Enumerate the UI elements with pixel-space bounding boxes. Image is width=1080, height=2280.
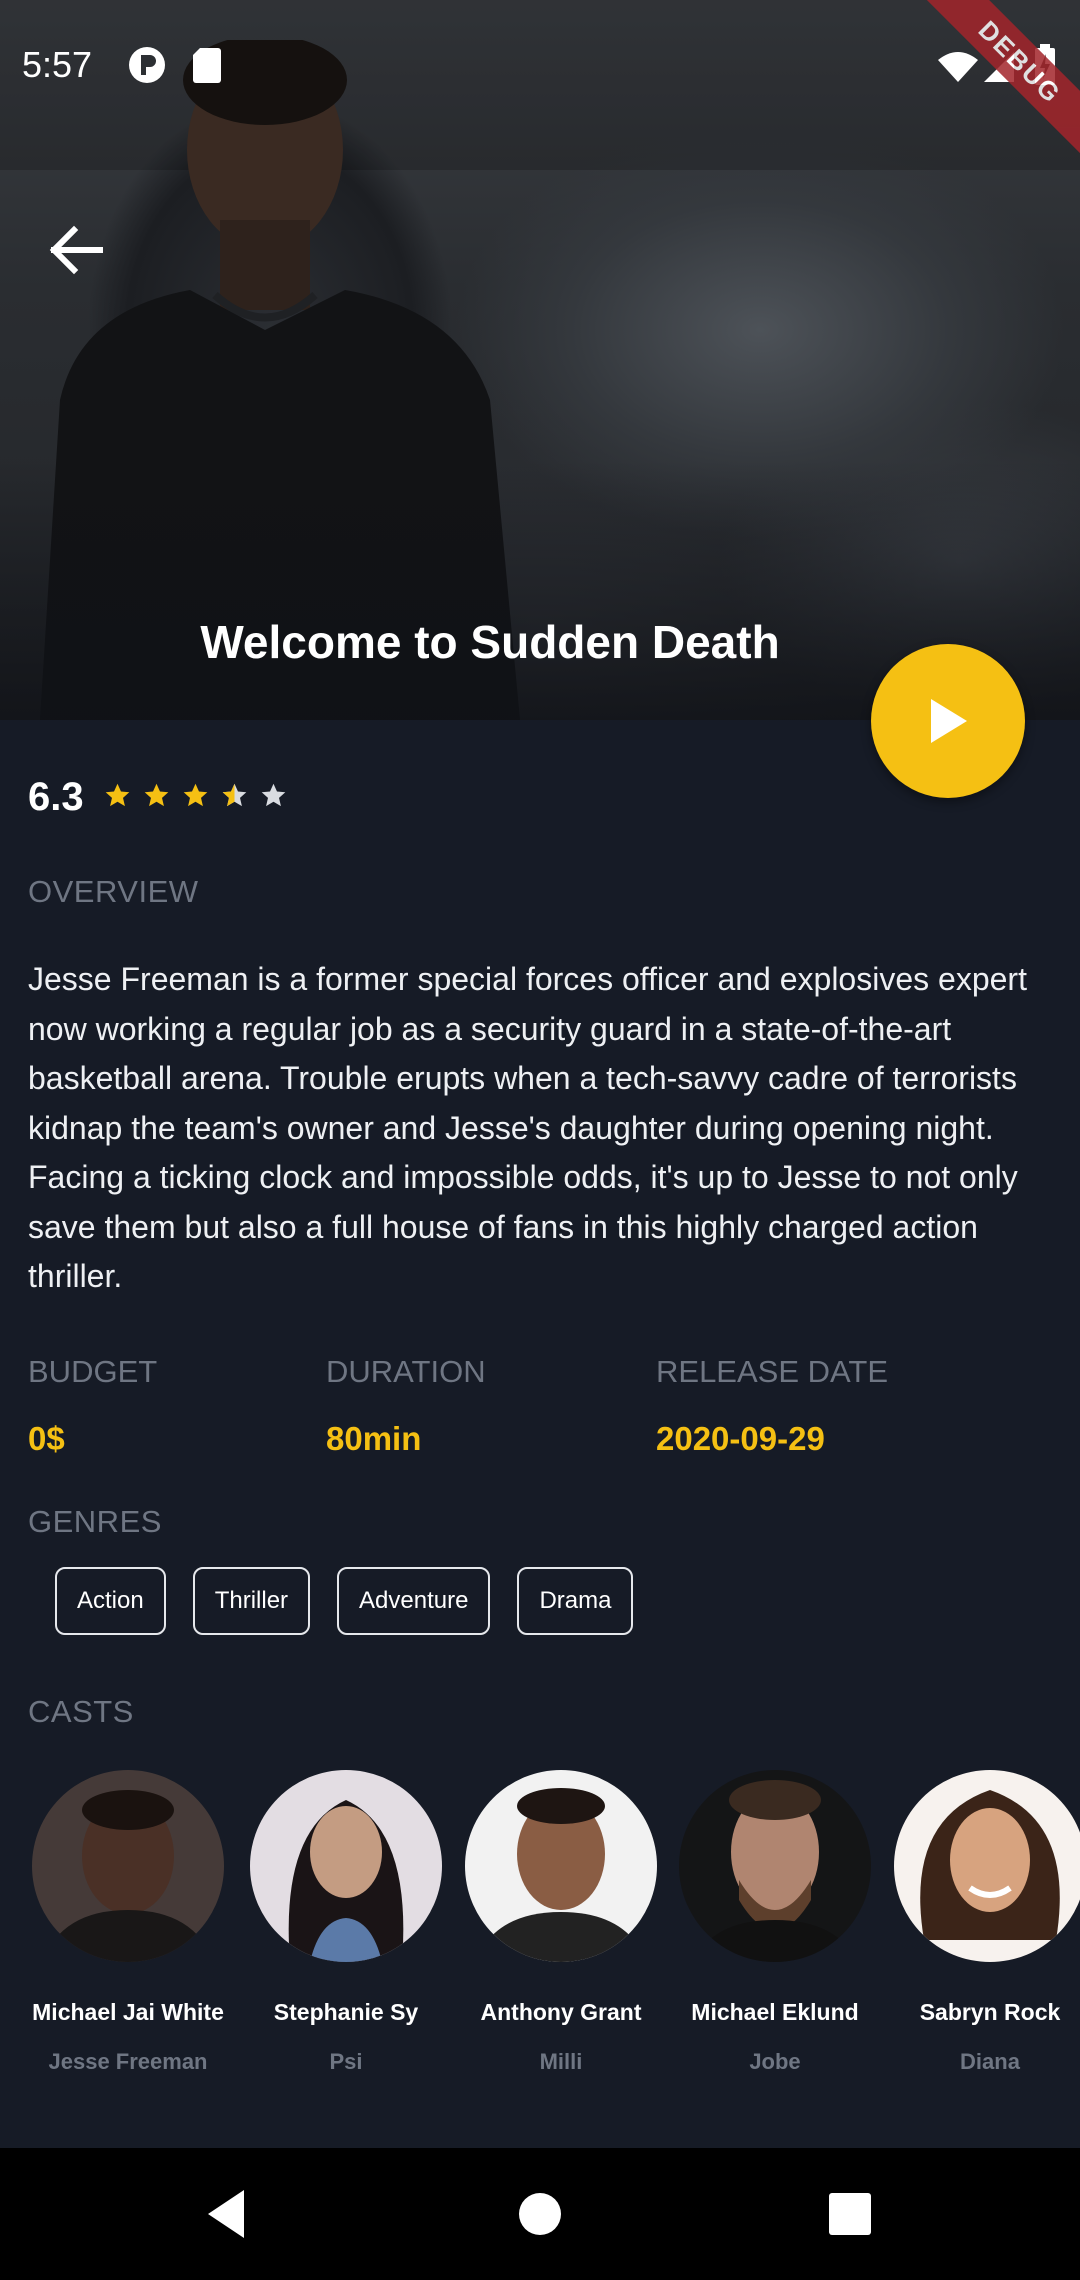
star-full-icon — [144, 783, 169, 807]
hero-backdrop: Welcome to Sudden Death — [0, 0, 1080, 720]
play-trailer-button[interactable] — [871, 644, 1025, 798]
cast-name: Sabryn Rock — [919, 1999, 1061, 2025]
notification-app-icon — [129, 47, 165, 83]
cast-role: Jesse Freeman — [48, 2049, 208, 2074]
nav-back-icon[interactable] — [196, 2184, 256, 2244]
cast-item[interactable]: Michael Eklund Jobe — [668, 1770, 882, 2075]
duration-value: 80min — [326, 1420, 422, 1457]
genre-chip-drama[interactable]: Drama — [517, 1567, 634, 1635]
star-full-icon — [183, 783, 208, 807]
cast-photo — [250, 1770, 442, 1962]
cast-photo — [679, 1770, 871, 1962]
cast-role: Diana — [960, 2049, 1020, 2074]
cast-photo — [894, 1770, 1080, 1962]
nav-recents-icon[interactable] — [820, 2184, 880, 2244]
budget-value: 0$ — [28, 1420, 65, 1457]
star-half-icon — [222, 783, 247, 807]
cast-role: Milli — [539, 2049, 583, 2074]
star-full-icon — [105, 783, 130, 807]
cast-role: Psi — [329, 2049, 363, 2074]
genre-chip-adventure[interactable]: Adventure — [337, 1567, 491, 1635]
wifi-icon — [938, 52, 978, 82]
cast-name: Michael Eklund — [691, 1999, 859, 2025]
cast-name: Michael Jai White — [32, 1999, 224, 2025]
cast-item[interactable]: Stephanie Sy Psi — [239, 1770, 453, 2075]
status-time: 5:57 — [22, 44, 93, 85]
duration-label: DURATION — [326, 1354, 486, 1389]
overview-label: OVERVIEW — [28, 874, 199, 909]
system-navigation-bar — [0, 2148, 1080, 2280]
cast-name: Stephanie Sy — [273, 1999, 419, 2025]
cast-photo — [32, 1770, 224, 1962]
play-icon — [931, 699, 967, 743]
release-date-value: 2020-09-29 — [656, 1420, 825, 1457]
star-empty-icon — [261, 783, 286, 807]
casts-label: CASTS — [28, 1694, 134, 1729]
rating-stars — [104, 782, 287, 809]
movie-detail-screen: Welcome to Sudden Death 5:57 DEBUG 6.3 O… — [0, 0, 1080, 2280]
cast-item[interactable]: Michael Jai White Jesse Freeman — [21, 1770, 235, 2075]
budget-label: BUDGET — [28, 1354, 158, 1389]
genre-chip-thriller[interactable]: Thriller — [192, 1567, 311, 1635]
cast-item[interactable]: Anthony Grant Milli — [454, 1770, 668, 2075]
overview-text: Jesse Freeman is a former special forces… — [28, 961, 1027, 1294]
movie-title: Welcome to Sudden Death — [200, 616, 780, 668]
sd-card-icon — [193, 48, 221, 83]
release-date-label: RELEASE DATE — [656, 1354, 889, 1389]
back-button[interactable] — [40, 212, 116, 288]
arrow-left-icon — [49, 225, 103, 275]
cast-name: Anthony Grant — [480, 1999, 642, 2025]
genre-list: Action Thriller Adventure Drama — [55, 1567, 634, 1635]
cast-photo — [465, 1770, 657, 1962]
cast-role: Jobe — [749, 2049, 801, 2074]
rating-value: 6.3 — [28, 775, 84, 819]
cast-item[interactable]: Sabryn Rock Diana — [883, 1770, 1080, 2075]
genres-label: GENRES — [28, 1504, 162, 1539]
nav-home-icon[interactable] — [510, 2184, 570, 2244]
genre-chip-action[interactable]: Action — [55, 1567, 166, 1635]
